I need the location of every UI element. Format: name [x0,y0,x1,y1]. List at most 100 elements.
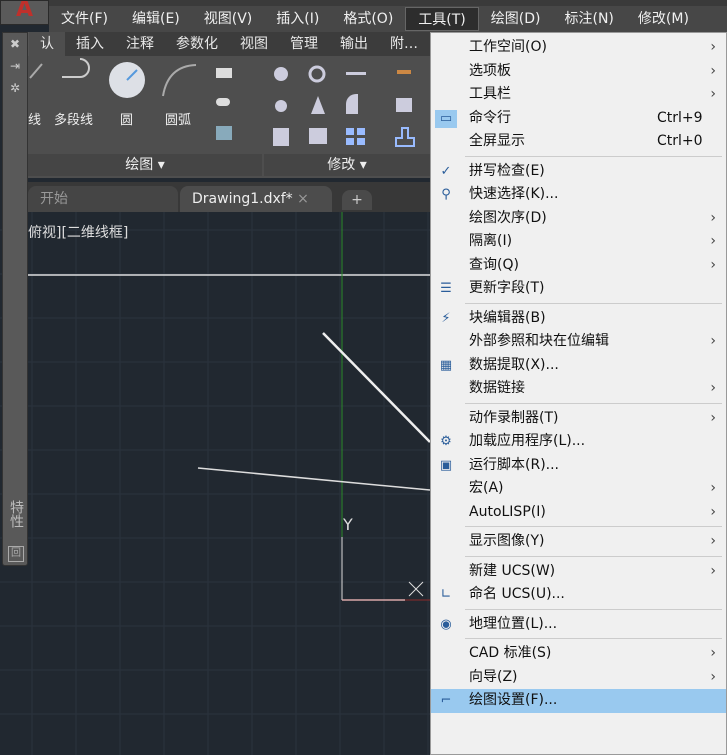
ribbon-icons [29,58,415,147]
chevron-right-icon: › [710,233,716,249]
menu-item[interactable]: 数据链接 › [431,377,726,401]
menu-item-label: 向导(Z) [469,668,518,685]
ribbon: 线 多段线 圆 圆弧 绘图 ▾ 修改 ▾ [28,56,430,178]
menu-2[interactable]: 视图(V) [192,7,265,31]
menu-6[interactable]: 绘图(D) [479,7,553,31]
menu-item[interactable]: ⚲ 快速选择(K)... [431,183,726,207]
chevron-right-icon: › [710,39,716,55]
draw-panel-label: 绘图 [125,157,154,173]
ribbon-tab-7[interactable]: 附… [379,32,429,56]
geolocation-icon: ◉ [440,616,452,632]
new-tab-button[interactable]: + [342,190,372,210]
modify-panel-title[interactable]: 修改 ▾ [264,154,430,176]
menu-item[interactable]: 隔离(I) › [431,230,726,254]
menu-item-label: 新建 UCS(W) [469,562,556,579]
arc-tool-label[interactable]: 圆弧 [165,109,191,128]
menu-item[interactable]: CAD 标准(S) › [431,642,726,666]
chevron-right-icon: › [710,209,716,226]
menu-item-label: AutoLISP(I) [469,503,546,520]
menu-item[interactable]: 工作空间(O) › [431,36,726,60]
ribbon-tab-3[interactable]: 参数化 [165,32,229,56]
menu-item[interactable]: 选项板 › [431,60,726,84]
application-menu-button[interactable]: A [0,0,49,25]
menu-item[interactable]: ☰ 更新字段(T) [431,277,726,301]
menu-item-label: 显示图像(Y) [469,533,545,549]
menu-item-label: 外部参照和块在位编辑 [469,333,609,349]
chevron-right-icon: › [710,562,716,579]
chevron-right-icon: › [710,645,716,661]
menu-item[interactable]: 动作录制器(T) › [431,407,726,431]
tab-start[interactable]: 开始 [28,186,178,212]
menu-item-label: 全屏显示 [469,133,525,149]
polyline-tool-label[interactable]: 多段线 [54,109,93,128]
chevron-right-icon: › [710,409,716,426]
menu-item[interactable]: ⚙ 加载应用程序(L)... [431,430,726,454]
close-icon[interactable]: ✖ [3,33,27,55]
menu-item[interactable]: 新建 UCS(W) › [431,560,726,584]
menu-item-label: 更新字段(T) [469,280,545,296]
chevron-right-icon: › [710,62,716,79]
menu-item[interactable]: ∟ 命名 UCS(U)... [431,583,726,607]
menu-item-label: 命令行 [469,109,511,126]
line-tool-label[interactable]: 线 [28,109,41,128]
document-tabs: 开始 Drawing1.dxf* × + [28,182,430,212]
drafting-settings-icon: ⌐ [440,693,452,708]
menu-3[interactable]: 插入(I) [264,7,331,31]
menu-item[interactable]: ⌐ 绘图设置(F)... [431,689,726,713]
menu-1[interactable]: 编辑(E) [120,7,192,31]
menu-item[interactable]: ⚡ 块编辑器(B) [431,307,726,331]
menu-item[interactable]: 外部参照和块在位编辑 › [431,330,726,354]
menu-4[interactable]: 格式(O) [331,7,405,31]
named-ucs-icon: ∟ [440,587,452,602]
run-script-icon: ▣ [439,457,453,473]
ribbon-tab-4[interactable]: 视图 [229,32,279,56]
menu-item[interactable]: 查询(Q) › [431,254,726,278]
menu-8[interactable]: 修改(M) [626,7,701,31]
menu-5[interactable]: 工具(T) [405,7,479,31]
palette-icon[interactable]: 回 [8,546,24,562]
chevron-right-icon: › [710,256,716,273]
menu-bar: 文件(F) 编辑(E) 视图(V) 插入(I) 格式(O) 工具(T) 绘图(D) 标注(N)… [49,6,727,32]
tab-drawing1-label: Drawing1.dxf* [192,191,293,207]
ribbon-tab-6[interactable]: 输出 [329,32,379,56]
chevron-right-icon: › [710,533,716,549]
menu-7[interactable]: 标注(N) [553,7,626,31]
menu-item[interactable]: ▦ 数据提取(X)... [431,354,726,378]
ribbon-tab-0[interactable]: 认 [28,32,65,56]
chevron-right-icon: › [710,480,716,496]
ribbon-tab-5[interactable]: 管理 [279,32,329,56]
close-tab-icon[interactable]: × [297,191,309,207]
menu-item[interactable]: ✓ 拼写检查(E) [431,160,726,184]
menu-item[interactable]: 全屏显示 Ctrl+0 [431,130,726,154]
viewport-controls[interactable]: 俯视][二维线框] [28,222,128,242]
menu-item[interactable]: ▣ 运行脚本(R)... [431,454,726,478]
ucs-y-label: Y [343,515,353,534]
auto-hide-icon[interactable]: ⇥ [3,55,27,77]
tab-drawing1[interactable]: Drawing1.dxf* × [180,186,332,212]
menu-item[interactable]: ◉ 地理位置(L)... [431,613,726,637]
menu-item-shortcut: Ctrl+0 [657,133,703,149]
chevron-right-icon: › [710,86,716,102]
menu-item-label: CAD 标准(S) [469,645,552,661]
menu-item[interactable]: 工具栏 › [431,83,726,107]
menu-item[interactable]: 向导(Z) › [431,666,726,690]
ribbon-tabs: 认插入 注释 参数化 视图 管理 输出 附… [28,32,430,56]
menu-item[interactable]: ▭ 命令行 Ctrl+9 [431,107,726,131]
menu-0[interactable]: 文件(F) [49,7,120,31]
drawing-canvas[interactable] [0,212,430,755]
menu-item[interactable]: 宏(A) › [431,477,726,501]
menu-item-label: 块编辑器(B) [469,309,546,326]
menu-item[interactable]: 绘图次序(D) › [431,207,726,231]
chevron-right-icon: › [710,668,716,685]
menu-item[interactable]: AutoLISP(I) › [431,501,726,525]
settings-icon[interactable]: ✲ [3,77,27,99]
ribbon-tab-2[interactable]: 注释 [115,32,165,56]
draw-panel-title[interactable]: 绘图 ▾ [28,154,262,176]
menu-item-label: 选项板 [469,62,511,79]
properties-palette-title[interactable]: 特性 [6,500,26,528]
circle-tool-label[interactable]: 圆 [120,109,133,128]
update-field-icon: ☰ [440,281,452,296]
menu-item-label: 工作空间(O) [469,39,547,55]
menu-item[interactable]: 显示图像(Y) › [431,530,726,554]
ribbon-tab-1[interactable]: 插入 [65,32,115,56]
